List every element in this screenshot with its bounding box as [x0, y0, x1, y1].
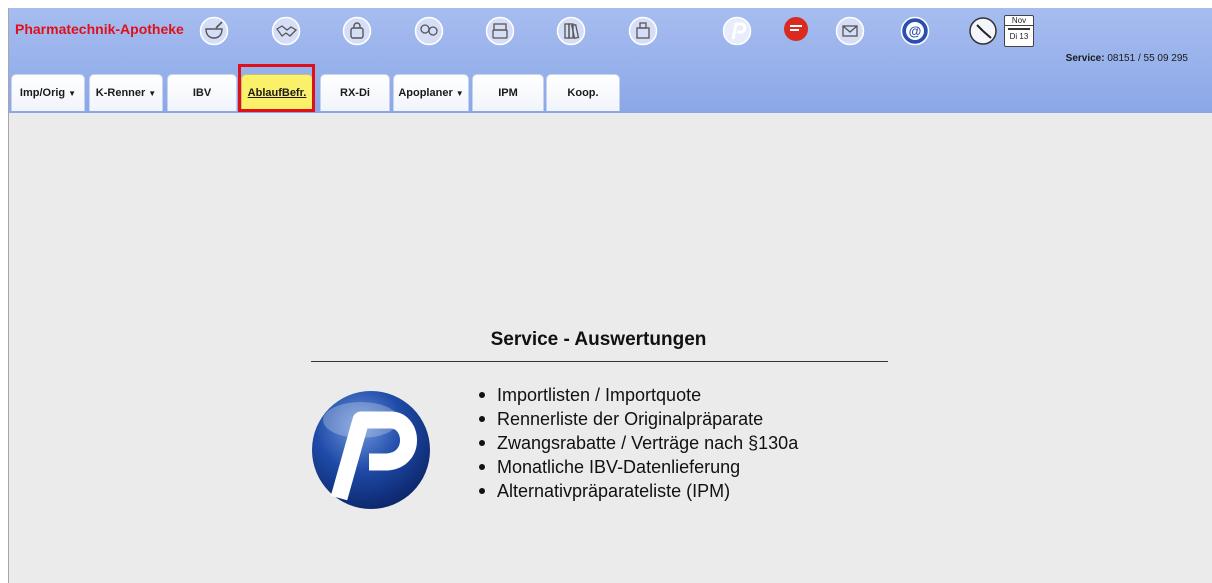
tab-label: Koop.: [567, 87, 599, 99]
mortar-icon[interactable]: [199, 16, 229, 46]
tab-apoplaner[interactable]: Apoplaner ▼: [393, 74, 469, 111]
calendar-bar: [1008, 28, 1030, 30]
envelope-icon[interactable]: [835, 16, 865, 46]
tab-rx-di[interactable]: RX-Di: [320, 74, 390, 111]
tab-label: IBV: [192, 87, 212, 99]
service-phone: 08151 / 55 09 295: [1107, 53, 1188, 64]
list-item: Monatliche IBV-Datenlieferung: [479, 455, 798, 479]
list-item: Zwangsrabatte / Verträge nach §130a: [479, 431, 798, 455]
clock-icon[interactable]: [968, 16, 998, 46]
at-sign-icon[interactable]: @: [900, 16, 930, 46]
pharmatechnik-logo: [309, 388, 434, 513]
brand-name: Pharmatechnik-Apotheke: [15, 21, 184, 37]
dropdown-caret-icon: ▼: [455, 88, 464, 98]
printer-icon[interactable]: [485, 16, 515, 46]
list-item: Alternativpräparateliste (IPM): [479, 479, 798, 503]
service-hotline: Service: 08151 / 55 09 295: [1066, 53, 1188, 64]
pharmatechnik-p-icon[interactable]: [722, 16, 752, 46]
calendar-icon[interactable]: Nov Di 13: [1004, 15, 1034, 47]
tab-label: K-Renner: [95, 87, 146, 99]
evaluation-list: Importlisten / Importquote Rennerliste d…: [479, 383, 798, 503]
main-content: Service - Auswertungen Importlisten / Im…: [9, 113, 1212, 583]
tab-label: RX-Di: [340, 87, 370, 99]
bullet-icon: [479, 488, 485, 494]
tab-label: IPM: [498, 87, 518, 99]
top-toolbar: Pharmatechnik-Apotheke @ Nov Di 13 Servi…: [9, 8, 1212, 113]
shopping-bag-icon[interactable]: [342, 16, 372, 46]
page-title: Service - Auswertungen: [490, 329, 707, 350]
handshake-icon[interactable]: [271, 16, 301, 46]
app-window: Pharmatechnik-Apotheke @ Nov Di 13 Servi…: [8, 8, 1212, 583]
tab-label: Imp/Orig: [19, 87, 66, 99]
list-item: Rennerliste der Originalpräparate: [479, 407, 798, 431]
binders-icon[interactable]: [556, 16, 586, 46]
tab-k-renner[interactable]: K-Renner ▼: [89, 74, 163, 111]
bullet-icon: [479, 392, 485, 398]
bullet-icon: [479, 416, 485, 422]
bullet-icon: [479, 440, 485, 446]
list-item-text: Alternativpräparateliste (IPM): [497, 481, 731, 501]
title-divider: [311, 361, 888, 362]
tab-ipm[interactable]: IPM: [472, 74, 544, 111]
faces-icon[interactable]: [414, 16, 444, 46]
tab-ibv[interactable]: IBV: [167, 74, 237, 111]
list-item-text: Zwangsrabatte / Verträge nach §130a: [497, 433, 799, 453]
cash-register-icon[interactable]: [628, 16, 658, 46]
bullet-icon: [479, 464, 485, 470]
calendar-day: Di 13: [1009, 32, 1029, 41]
calendar-month: Nov: [1005, 16, 1033, 26]
svg-text:@: @: [909, 24, 922, 39]
list-item: Importlisten / Importquote: [479, 383, 798, 407]
tab-imp-orig[interactable]: Imp/Orig ▼: [11, 74, 85, 111]
chat-bubble-icon[interactable]: [781, 16, 811, 46]
list-item-text: Importlisten / Importquote: [497, 385, 702, 405]
tab-label: AblaufBefr.: [247, 86, 307, 99]
dropdown-caret-icon: ▼: [148, 88, 157, 98]
dropdown-caret-icon: ▼: [68, 88, 77, 98]
tab-ablaufbefr[interactable]: AblaufBefr.: [241, 74, 313, 111]
list-item-text: Rennerliste der Originalpräparate: [497, 409, 764, 429]
service-label: Service:: [1065, 53, 1105, 64]
list-item-text: Monatliche IBV-Datenlieferung: [497, 457, 741, 477]
tab-koop[interactable]: Koop.: [546, 74, 620, 111]
tab-label: Apoplaner: [398, 87, 453, 99]
